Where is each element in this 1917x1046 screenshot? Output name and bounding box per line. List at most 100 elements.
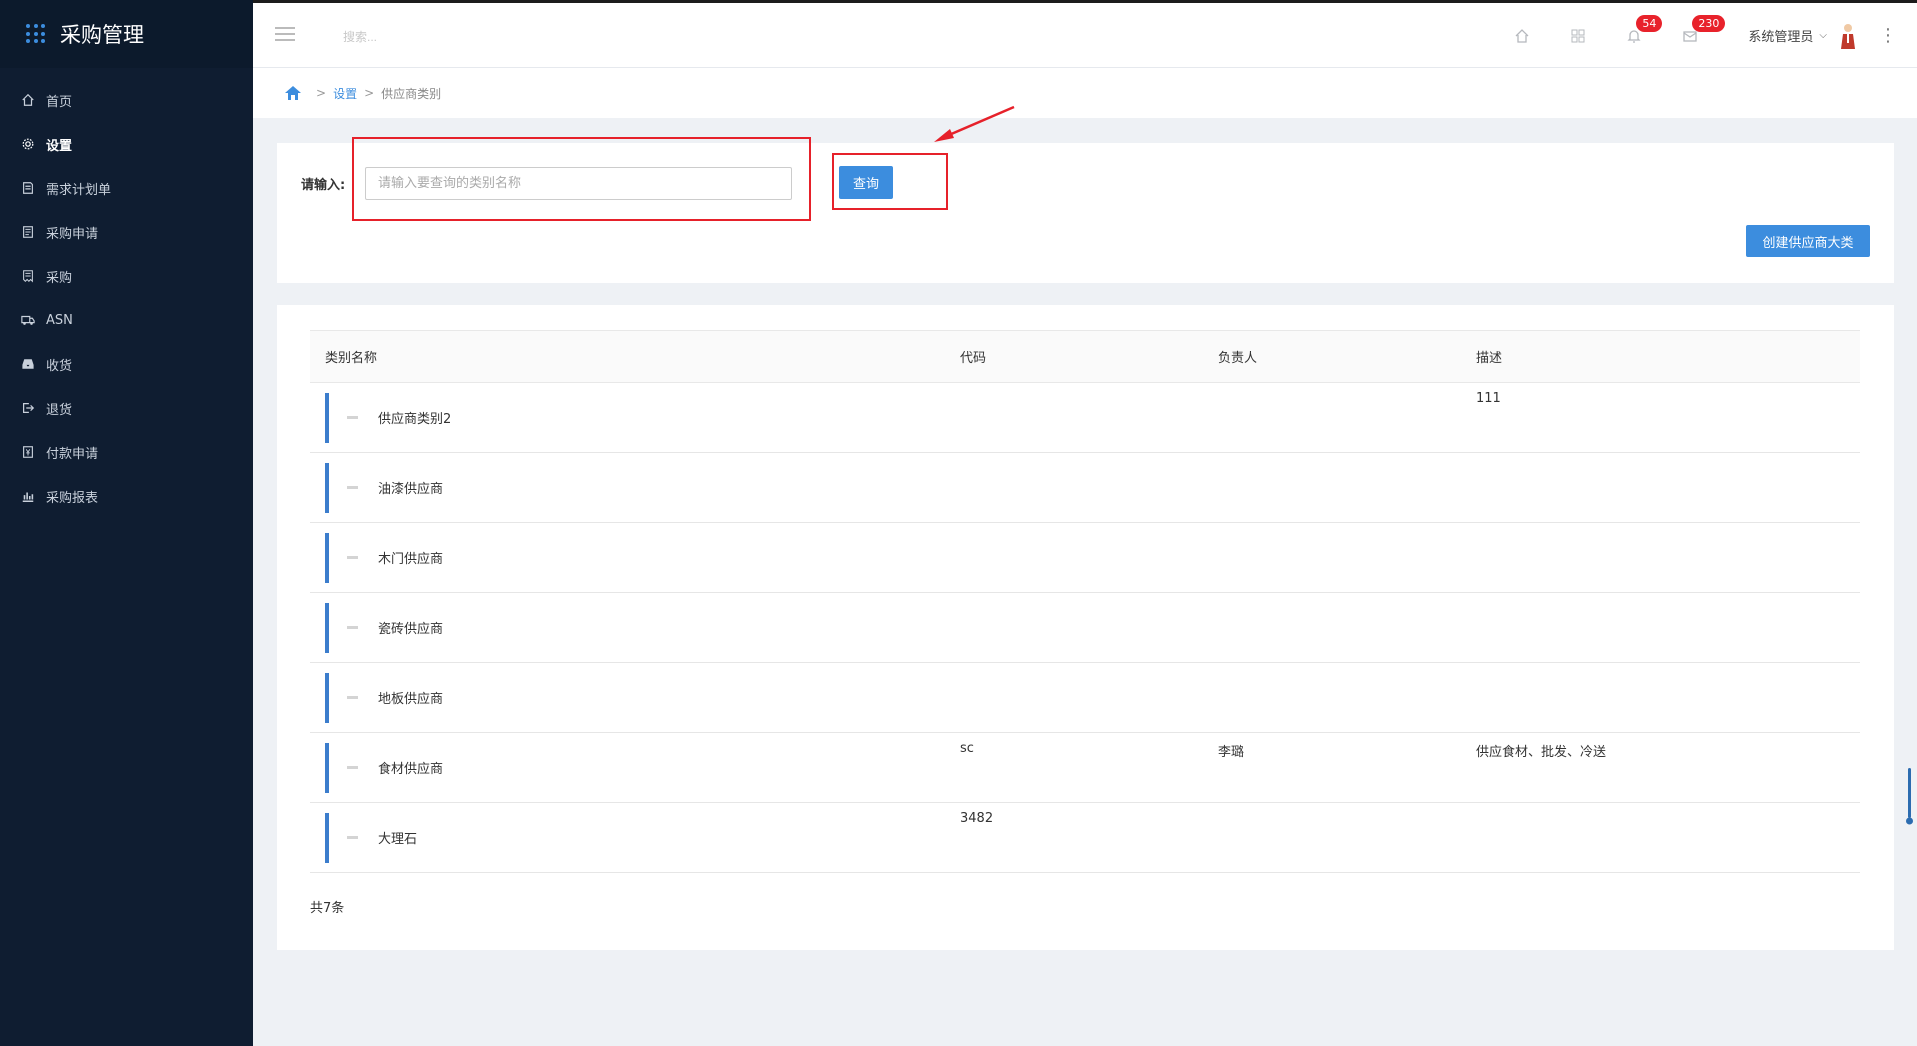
search-label: 请输入:	[301, 178, 346, 193]
home-icon[interactable]	[285, 86, 301, 100]
menu-toggle-icon[interactable]	[275, 27, 295, 43]
tree-level-bar	[325, 462, 329, 513]
bar-chart-icon	[20, 488, 36, 504]
category-code	[960, 523, 1218, 592]
tree-level-bar	[325, 392, 329, 443]
category-name: 食材供应商	[378, 762, 444, 777]
tree-level-bar	[325, 532, 329, 583]
category-name: 瓷砖供应商	[378, 622, 444, 637]
category-desc	[1476, 803, 1860, 872]
table-row[interactable]: 木门供应商	[310, 523, 1860, 593]
table-total-count: 共7条	[310, 901, 345, 916]
user-name: 系统管理员	[1748, 30, 1814, 45]
avatar	[1841, 23, 1855, 49]
column-header-owner[interactable]: 负责人	[1218, 347, 1476, 366]
sidebar-item-demand-plan[interactable]: 需求计划单	[0, 166, 253, 210]
sidebar-item-asn[interactable]: ASN	[0, 298, 253, 342]
grid-icon	[1571, 29, 1585, 42]
sidebar-item-purchase-report[interactable]: 采购报表	[0, 474, 253, 518]
query-button[interactable]: 查询	[839, 166, 893, 199]
category-name: 大理石	[378, 832, 418, 847]
collapse-icon[interactable]	[347, 626, 358, 629]
notifications-button[interactable]: 54	[1606, 3, 1663, 68]
category-code	[960, 383, 1218, 452]
create-supplier-category-button[interactable]: 创建供应商大类	[1746, 225, 1870, 257]
category-code	[960, 453, 1218, 522]
category-owner	[1218, 453, 1476, 522]
header-search-input[interactable]	[343, 23, 583, 51]
category-desc: 111	[1476, 391, 1501, 406]
category-name: 地板供应商	[378, 692, 444, 707]
more-vertical-icon[interactable]: ⋮	[1873, 25, 1903, 46]
tree-level-bar	[325, 672, 329, 723]
inbox-icon	[20, 356, 36, 372]
column-header-code[interactable]: 代码	[960, 347, 1218, 366]
category-search-input[interactable]	[365, 167, 792, 200]
scrollbar-thumb[interactable]	[1906, 768, 1913, 826]
sidebar-item-receiving[interactable]: 收货	[0, 342, 253, 386]
breadcrumb-link-settings[interactable]: 设置	[333, 85, 357, 102]
collapse-icon[interactable]	[347, 836, 358, 839]
sidebar: 采购管理 首页 设置 需求计划单 采购申请 采购 ASN 收货 退货 付款申请 …	[0, 0, 253, 1046]
messages-button[interactable]: 230	[1662, 3, 1726, 68]
category-owner	[1218, 663, 1476, 732]
sidebar-item-label: 需求计划单	[46, 182, 112, 198]
app-title: 采购管理	[60, 23, 144, 47]
truck-icon	[20, 312, 36, 328]
collapse-icon[interactable]	[347, 696, 358, 699]
apps-grid-icon	[26, 24, 46, 44]
sidebar-item-label: 采购	[46, 270, 73, 286]
category-code	[960, 663, 1218, 732]
gear-icon	[20, 136, 36, 152]
column-header-desc[interactable]: 描述	[1476, 347, 1860, 366]
notifications-badge: 54	[1636, 15, 1663, 32]
table-row[interactable]: 食材供应商 sc 李璐 供应食材、批发、冷送	[310, 733, 1860, 803]
category-desc	[1476, 523, 1860, 592]
sidebar-item-payment-request[interactable]: 付款申请	[0, 430, 253, 474]
app-brand[interactable]: 采购管理	[0, 0, 253, 68]
sidebar-item-purchase-request[interactable]: 采购申请	[0, 210, 253, 254]
category-code: 3482	[960, 811, 994, 826]
collapse-icon[interactable]	[347, 486, 358, 489]
sidebar-item-home[interactable]: 首页	[0, 78, 253, 122]
search-panel: 请输入: 查询 创建供应商大类	[277, 143, 1894, 283]
category-code: sc	[960, 741, 974, 756]
sidebar-item-return[interactable]: 退货	[0, 386, 253, 430]
header-tools: 54 230 系统管理员 ⌵ ⋮	[1494, 3, 1917, 68]
table-row[interactable]: 地板供应商	[310, 663, 1860, 733]
payment-icon	[20, 444, 36, 460]
user-menu[interactable]: 系统管理员 ⌵	[1748, 23, 1859, 49]
home-button[interactable]	[1494, 3, 1550, 68]
sidebar-item-label: ASN	[46, 312, 73, 328]
return-icon	[20, 400, 36, 416]
table-row[interactable]: 瓷砖供应商	[310, 593, 1860, 663]
chevron-down-icon: ⌵	[1819, 30, 1827, 41]
category-owner	[1218, 383, 1476, 452]
home-icon	[1515, 28, 1529, 43]
category-desc	[1476, 453, 1860, 522]
receipt-icon	[20, 268, 36, 284]
apps-button[interactable]	[1550, 3, 1606, 68]
breadcrumb: > 设置 > 供应商类别	[253, 68, 1917, 118]
clipboard-icon	[20, 224, 36, 240]
category-owner: 李璐	[1218, 745, 1245, 760]
category-desc	[1476, 663, 1860, 732]
category-name: 供应商类别2	[378, 412, 452, 427]
column-header-name[interactable]: 类别名称	[310, 347, 960, 366]
category-table-panel: 类别名称 代码 负责人 描述 供应商类别2 111 油漆供应商 木门供应商 瓷砖…	[277, 305, 1894, 950]
sidebar-item-settings[interactable]: 设置	[0, 122, 253, 166]
category-owner	[1218, 523, 1476, 592]
collapse-icon[interactable]	[347, 766, 358, 769]
sidebar-item-purchase[interactable]: 采购	[0, 254, 253, 298]
tree-level-bar	[325, 742, 329, 793]
table-row[interactable]: 大理石 3482	[310, 803, 1860, 873]
sidebar-nav: 首页 设置 需求计划单 采购申请 采购 ASN 收货 退货 付款申请 采购报表	[0, 78, 253, 518]
category-table: 类别名称 代码 负责人 描述 供应商类别2 111 油漆供应商 木门供应商 瓷砖…	[310, 330, 1860, 873]
collapse-icon[interactable]	[347, 416, 358, 419]
table-header: 类别名称 代码 负责人 描述	[310, 330, 1860, 383]
category-name: 木门供应商	[378, 552, 444, 567]
collapse-icon[interactable]	[347, 556, 358, 559]
sidebar-item-label: 采购申请	[46, 226, 99, 242]
table-row[interactable]: 油漆供应商	[310, 453, 1860, 523]
table-row[interactable]: 供应商类别2 111	[310, 383, 1860, 453]
